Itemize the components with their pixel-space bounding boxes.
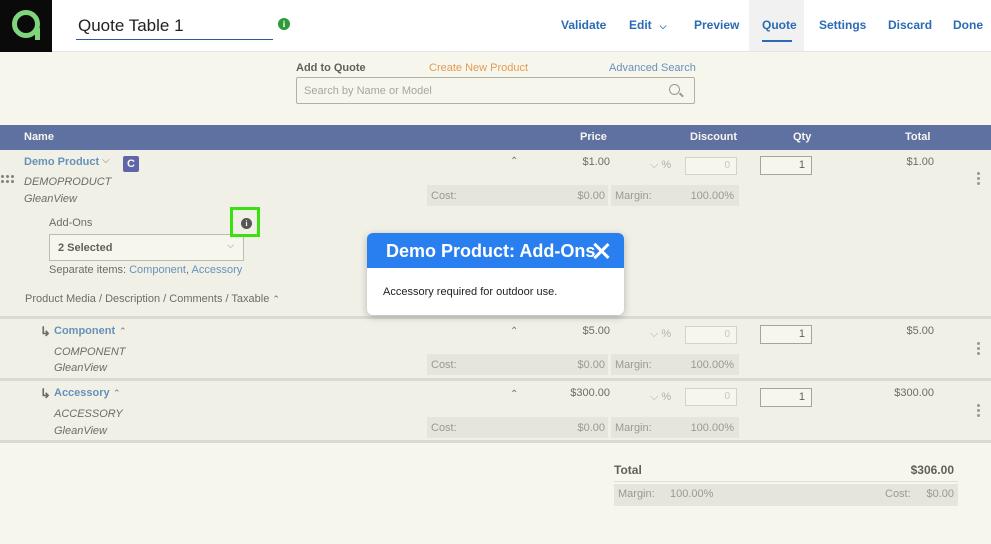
addons-info-modal: Demo Product: Add-Ons Accessory required… xyxy=(367,233,624,315)
chevron-down-icon: ⌵ xyxy=(659,21,667,31)
info-icon[interactable]: i xyxy=(278,18,290,30)
tab-quote[interactable]: Quote xyxy=(762,18,797,32)
tab-discard[interactable]: Discard xyxy=(888,18,932,32)
modal-header: Demo Product: Add-Ons xyxy=(367,233,624,268)
active-tab-underline xyxy=(762,40,792,42)
addons-info-button[interactable]: i xyxy=(230,207,260,237)
tab-done[interactable]: Done xyxy=(953,18,983,32)
quote-title-input[interactable] xyxy=(76,12,273,40)
tab-preview[interactable]: Preview xyxy=(694,18,739,32)
tab-settings[interactable]: Settings xyxy=(819,18,866,32)
close-icon[interactable] xyxy=(593,242,610,259)
top-bar: i Validate Edit⌵ Preview Quote Settings … xyxy=(0,0,991,52)
info-icon: i xyxy=(241,218,252,229)
tab-edit[interactable]: Edit ⌵ xyxy=(629,18,667,32)
tab-validate[interactable]: Validate xyxy=(561,18,606,32)
modal-title: Demo Product: Add-Ons xyxy=(386,241,596,261)
app-logo[interactable] xyxy=(0,0,52,52)
modal-body-text: Accessory required for outdoor use. xyxy=(383,286,558,298)
